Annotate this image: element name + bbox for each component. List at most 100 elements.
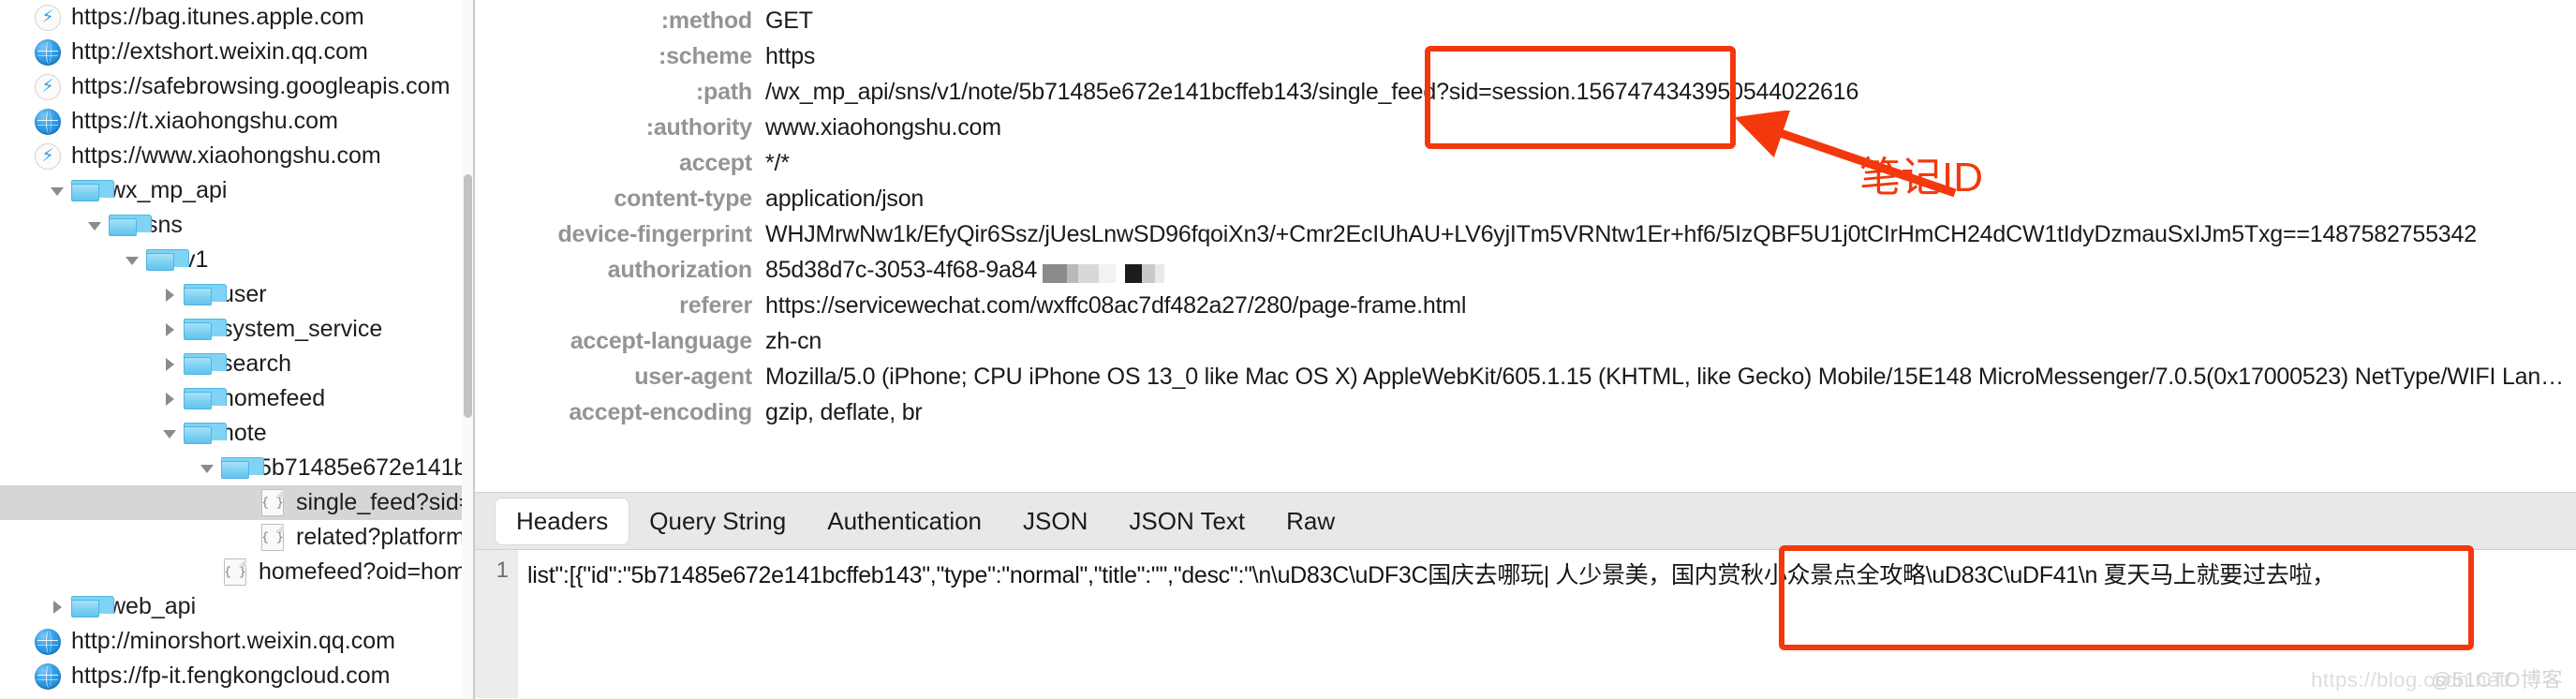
header-row[interactable]: :scheme https [475,43,2576,79]
header-value: Mozilla/5.0 (iPhone; CPU iPhone OS 13_0 … [765,364,2576,390]
header-value: 85d38d7c-3053-4f68-9a84 [765,257,2576,287]
tree-item-label: system_service [221,316,383,342]
header-row[interactable]: authorization 85d38d7c-3053-4f68-9a84 [475,257,2576,292]
watermark-brand: @51CTO博客 [2431,668,2563,692]
redaction-block [1155,264,1165,284]
tree-item-label: http://extshort.weixin.qq.com [71,38,368,65]
tree-item[interactable]: { } related?platform=v [0,520,473,555]
tree-item[interactable]: search [0,347,473,381]
header-value: /wx_mp_api/sns/v1/note/5b71485e672e141bc… [765,79,1859,105]
header-row[interactable]: :method GET [475,7,2576,43]
header-row[interactable]: :path/wx_mp_api/sns/v1/note/5b71485e672e… [475,79,2576,114]
header-value: */* [765,150,790,176]
chevron-right-icon[interactable] [157,321,182,338]
tree-item-selected[interactable]: { } single_feed?sid=se [0,485,473,520]
chevron-right-icon[interactable] [157,356,182,373]
header-row[interactable]: accept-language zh-cn [475,328,2576,364]
tab-json-text[interactable]: JSON Text [1108,498,1266,544]
tree-item-label: single_feed?sid=se [296,489,469,515]
tree-item[interactable]: http://minorshort.weixin.qq.com [0,624,473,659]
chevron-right-icon[interactable] [157,391,182,408]
header-row[interactable]: accept */* [475,150,2576,186]
redaction-block [1125,264,1143,284]
tree-item-label: web_api [109,593,197,619]
tree-item[interactable]: 5b71485e672e141bcff [0,451,473,485]
folder-icon [219,457,264,479]
tree-item-label: search [221,350,292,377]
chevron-down-icon[interactable] [157,425,182,442]
packet-inspector-window: ⚡ https://bag.itunes.apple.com http://exts… [0,0,2576,699]
redaction-block [1099,264,1117,284]
tree-item-label: note [221,420,267,446]
folder-icon [69,596,114,617]
chevron-down-icon[interactable] [120,252,144,269]
line-number: 1 [496,558,509,583]
tree-item-label: homefeed [221,385,326,411]
header-row[interactable]: content-type application/json [475,186,2576,221]
body-viewer: 1 list":[{"id":"5b71485e672e141bcffeb143… [475,550,2576,698]
globe-icon [32,628,64,655]
redaction-block [1116,264,1126,284]
redaction-block [1043,264,1068,284]
tree-item[interactable]: system_service [0,312,473,347]
globe-icon [32,38,64,66]
tree-item[interactable]: ⚡ https://www.xiaohongshu.com [0,139,473,173]
tab-headers[interactable]: Headers [496,498,629,544]
tree-item[interactable]: note [0,416,473,451]
annotation-label-note-id: 笔记ID [1859,155,1983,201]
detail-pane: :method GET:scheme https :path/wx_mp_api/sn… [475,0,2576,699]
header-key: :method [660,7,752,34]
header-row[interactable]: user-agent Mozilla/5.0 (iPhone; CPU iPhon… [475,364,2576,399]
sidebar-scrollbar-track[interactable] [462,0,473,699]
tree-item-label: user [221,281,267,307]
chevron-right-icon[interactable] [45,599,69,616]
tree-item[interactable]: homefeed [0,381,473,416]
tree-item-label: homefeed?oid=homefeed_ [259,558,469,585]
tree-item[interactable]: ⚡ https://bag.itunes.apple.com [0,0,473,35]
bolt-icon: ⚡ [32,142,64,170]
redaction-block [1067,264,1079,284]
tree-item[interactable]: ⚡ https://safebrowsing.googleapis.com [0,69,473,104]
tab-authentication[interactable]: Authentication [807,498,1002,544]
header-row[interactable]: device-fingerprint WHJMrwNw1k/EfyQir6Ssz/… [475,221,2576,257]
header-key: :authority [645,114,752,141]
header-value: www.xiaohongshu.com [765,114,1001,141]
tree-item[interactable]: web_api [0,589,473,624]
watermark: https://blog.csdn.net/@51CTO博客 [2311,663,2563,693]
session-tree-sidebar[interactable]: ⚡ https://bag.itunes.apple.com http://exts… [0,0,475,699]
tree-item[interactable]: user [0,277,473,312]
tree-item-label: 5b71485e672e141bcff [259,454,469,481]
globe-icon [32,662,64,690]
header-row[interactable]: :authority www.xiaohongshu.com [475,114,2576,150]
tree-item[interactable]: http://extshort.weixin.qq.com [0,35,473,69]
tree-item[interactable]: wx_mp_api [0,173,473,208]
detail-tab-bar[interactable]: Headers Query String Authentication JSON JSO… [475,492,2576,550]
header-row[interactable]: accept-encoding gzip, deflate, br [475,399,2576,435]
header-key: accept-encoding [569,399,752,425]
chevron-down-icon[interactable] [195,460,219,477]
chevron-down-icon[interactable] [45,183,69,200]
tree-item[interactable]: https://t.xiaohongshu.com [0,104,473,139]
tab-raw[interactable]: Raw [1266,498,1355,544]
line-number-gutter: 1 [475,550,518,698]
chevron-down-icon[interactable] [82,217,107,234]
folder-icon [182,319,227,340]
header-value: https [765,43,816,69]
header-key: :path [695,79,752,105]
header-value: https://servicewechat.com/wxffc08ac7df48… [765,292,1467,319]
tree-item[interactable]: { } homefeed?oid=homefeed_ [0,555,473,589]
header-row[interactable]: referer https://servicewechat.com/wxffc08… [475,292,2576,328]
chevron-right-icon[interactable] [157,287,182,304]
sidebar-scrollbar-thumb[interactable] [464,174,472,418]
header-value: WHJMrwNw1k/EfyQir6Ssz/jUesLnwSD96fqoiXn3… [765,221,2477,247]
tree-item[interactable]: https://fp-it.fengkongcloud.com [0,659,473,693]
tab-query-string[interactable]: Query String [629,498,807,544]
tree-item[interactable]: v1 [0,243,473,277]
tree-item[interactable]: sns [0,208,473,243]
header-value: zh-cn [765,328,822,354]
tab-json[interactable]: JSON [1002,498,1108,544]
header-key: :scheme [658,43,752,69]
globe-icon [32,108,64,135]
folder-icon [182,423,227,444]
folder-icon [182,353,227,375]
